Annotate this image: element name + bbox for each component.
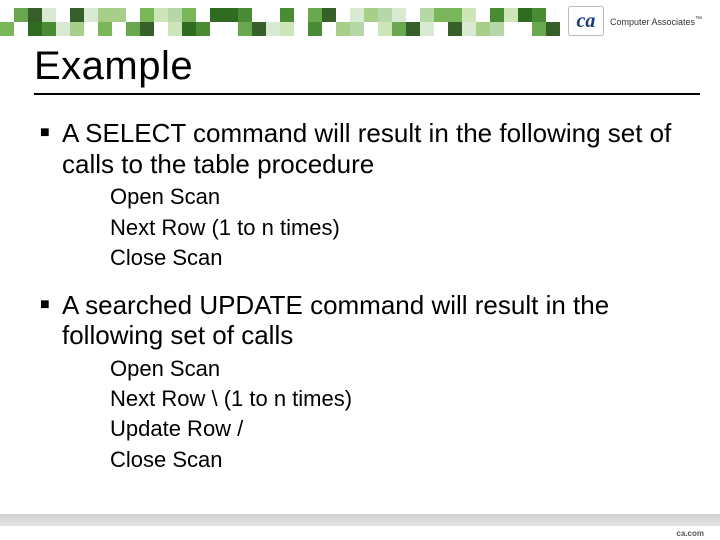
sub-item: Open Scan [110,183,690,211]
bullet-text: A SELECT command will result in the foll… [62,118,690,179]
footer-text: ca.com [676,529,704,538]
sub-item: Update Row / [110,415,690,443]
sub-item: Open Scan [110,355,690,383]
bullet-marker-icon: ■ [40,118,62,143]
bullet-text: A searched UPDATE command will result in… [62,290,690,351]
footer-bar [0,514,720,526]
brand-name-text: Computer Associates [610,17,695,27]
bullet-marker-icon: ■ [40,290,62,315]
bullet-item: ■ A SELECT command will result in the fo… [40,118,690,179]
sub-item: Next Row \ (1 to n times) [110,385,690,413]
slide-body: ■ A SELECT command will result in the fo… [40,118,690,476]
sub-item: Next Row (1 to n times) [110,214,690,242]
brand-tm: ™ [695,16,702,23]
brand-mark: ca [568,6,604,36]
bullet-item: ■ A searched UPDATE command will result … [40,290,690,351]
sub-item: Close Scan [110,244,690,272]
slide-title: Example [34,44,700,95]
brand-name: Computer Associates™ [610,16,702,27]
sub-item: Close Scan [110,446,690,474]
brand-logo: ca Computer Associates™ [568,6,702,36]
